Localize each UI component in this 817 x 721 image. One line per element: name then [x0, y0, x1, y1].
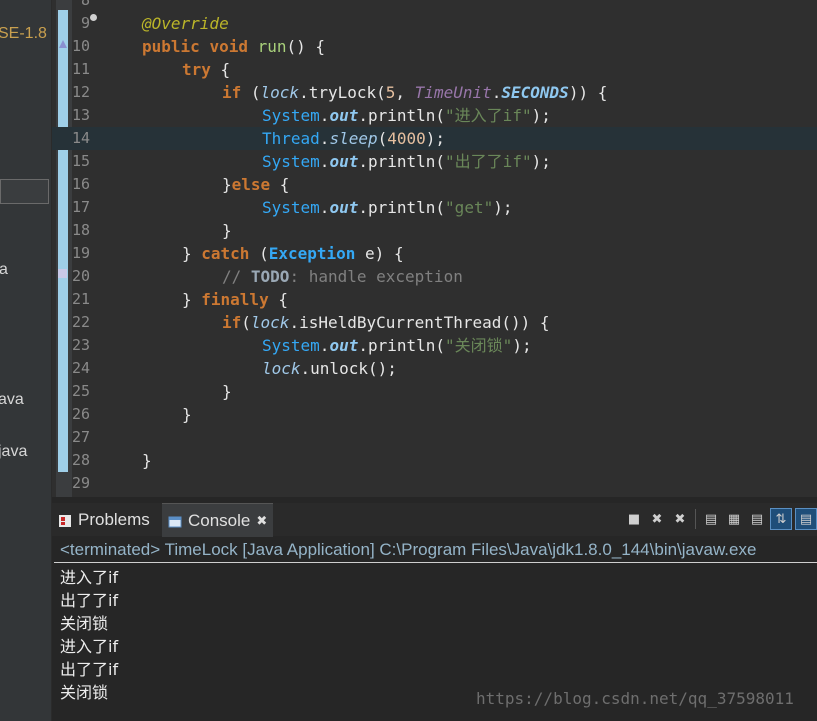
line-number: 9 — [80, 14, 90, 32]
line-number: 13 — [71, 106, 90, 124]
line-number: 24 — [71, 359, 90, 377]
line-number: 27 — [71, 428, 90, 446]
clear-console-icon[interactable]: ▤ — [701, 509, 721, 529]
console-output-line: 出了了if — [60, 660, 119, 679]
line-number: 15 — [71, 152, 90, 170]
line-number: 19 — [71, 244, 90, 262]
problems-icon — [58, 513, 72, 527]
line-number: 20 — [71, 267, 90, 285]
word-wrap-icon[interactable]: ▤ — [747, 509, 767, 529]
line-number: 16 — [71, 175, 90, 193]
close-icon[interactable]: ✖ — [256, 513, 267, 529]
toolbar-separator — [695, 509, 696, 529]
code-line: System.out.println("get"); — [262, 198, 513, 217]
code-line: if(lock.isHeldByCurrentThread()) { — [222, 313, 550, 332]
current-line-highlight: 14 Thread.sleep(4000); — [52, 127, 817, 150]
line-number: 17 — [71, 198, 90, 216]
line-number: 11 — [71, 60, 90, 78]
remove-all-terminated-icon[interactable]: ✖ — [670, 509, 690, 529]
line-number: 22 — [71, 313, 90, 331]
watermark: https://blog.csdn.net/qq_37598011 — [476, 689, 794, 708]
code-line: }else { — [222, 175, 290, 194]
code-line: public void run() { — [142, 37, 326, 56]
line-number: 21 — [71, 290, 90, 308]
console-view: Problems Console ✖ ■ ✖ ✖ ▤ ▦ ▤ ⇅ ▤ <term… — [52, 503, 817, 721]
package-explorer-panel: SE-1.8 a ava java — [0, 0, 51, 721]
console-process-label: <terminated> TimeLock [Java Application]… — [60, 540, 757, 559]
tab-problems[interactable]: Problems — [58, 503, 150, 536]
console-icon — [168, 514, 182, 528]
tree-item-file[interactable]: ava — [0, 391, 24, 409]
header-divider — [54, 562, 817, 563]
code-line: } — [222, 221, 232, 240]
line-number: 14 — [71, 129, 90, 147]
tab-console[interactable]: Console ✖ — [162, 503, 274, 537]
scroll-lock-icon[interactable]: ▦ — [724, 509, 744, 529]
terminate-icon[interactable]: ■ — [624, 509, 644, 529]
tab-label: Console — [188, 510, 251, 530]
line-number: 29 — [71, 474, 90, 492]
view-tab-bar: Problems Console ✖ ■ ✖ ✖ ▤ ▦ ▤ ⇅ ▤ — [52, 503, 817, 537]
line-number: 8 — [80, 0, 90, 9]
selected-tree-item[interactable] — [0, 179, 49, 204]
code-line: // TODO: handle exception — [222, 267, 463, 286]
code-line: try { — [182, 60, 231, 79]
tab-label: Problems — [78, 509, 150, 529]
code-line: lock.unlock(); — [262, 359, 397, 378]
line-number: 23 — [71, 336, 90, 354]
console-output-line: 关闭锁 — [60, 614, 109, 633]
console-output-line: 进入了if — [60, 568, 119, 587]
code-line: Thread.sleep(4000); — [262, 129, 446, 148]
console-toolbar: ■ ✖ ✖ ▤ ▦ ▤ ⇅ ▤ — [624, 506, 817, 532]
tree-item-file[interactable]: java — [0, 443, 27, 461]
console-output-line: 出了了if — [60, 591, 119, 610]
code-line: if (lock.tryLock(5, TimeUnit.SECONDS)) { — [222, 83, 608, 102]
line-number: 18 — [71, 221, 90, 239]
code-line: System.out.println("关闭锁"); — [262, 336, 532, 355]
code-line: @Override — [142, 14, 229, 33]
code-line: System.out.println("出了了if"); — [262, 152, 551, 171]
tree-item-file[interactable]: a — [0, 261, 8, 279]
line-number: 10 — [71, 37, 90, 55]
code-line: System.out.println("进入了if"); — [262, 106, 551, 125]
console-output-line: 进入了if — [60, 637, 119, 656]
line-number: 28 — [71, 451, 90, 469]
console-output-line: 关闭锁 — [60, 683, 109, 702]
tree-item-jre[interactable]: SE-1.8 — [0, 25, 47, 43]
remove-launch-icon[interactable]: ✖ — [647, 509, 667, 529]
code-editor[interactable]: 8 9 @Override 10 public void run() { 11 … — [52, 0, 817, 497]
line-number: 26 — [71, 405, 90, 423]
code-line: } catch (Exception e) { — [182, 244, 404, 263]
code-line: } — [142, 451, 152, 470]
code-line: } finally { — [182, 290, 288, 309]
line-number: 12 — [71, 83, 90, 101]
display-console-icon[interactable]: ▤ — [795, 508, 817, 530]
code-line: } — [182, 405, 192, 424]
code-line: } — [222, 382, 232, 401]
line-number: 25 — [71, 382, 90, 400]
pin-console-icon[interactable]: ⇅ — [770, 508, 792, 530]
